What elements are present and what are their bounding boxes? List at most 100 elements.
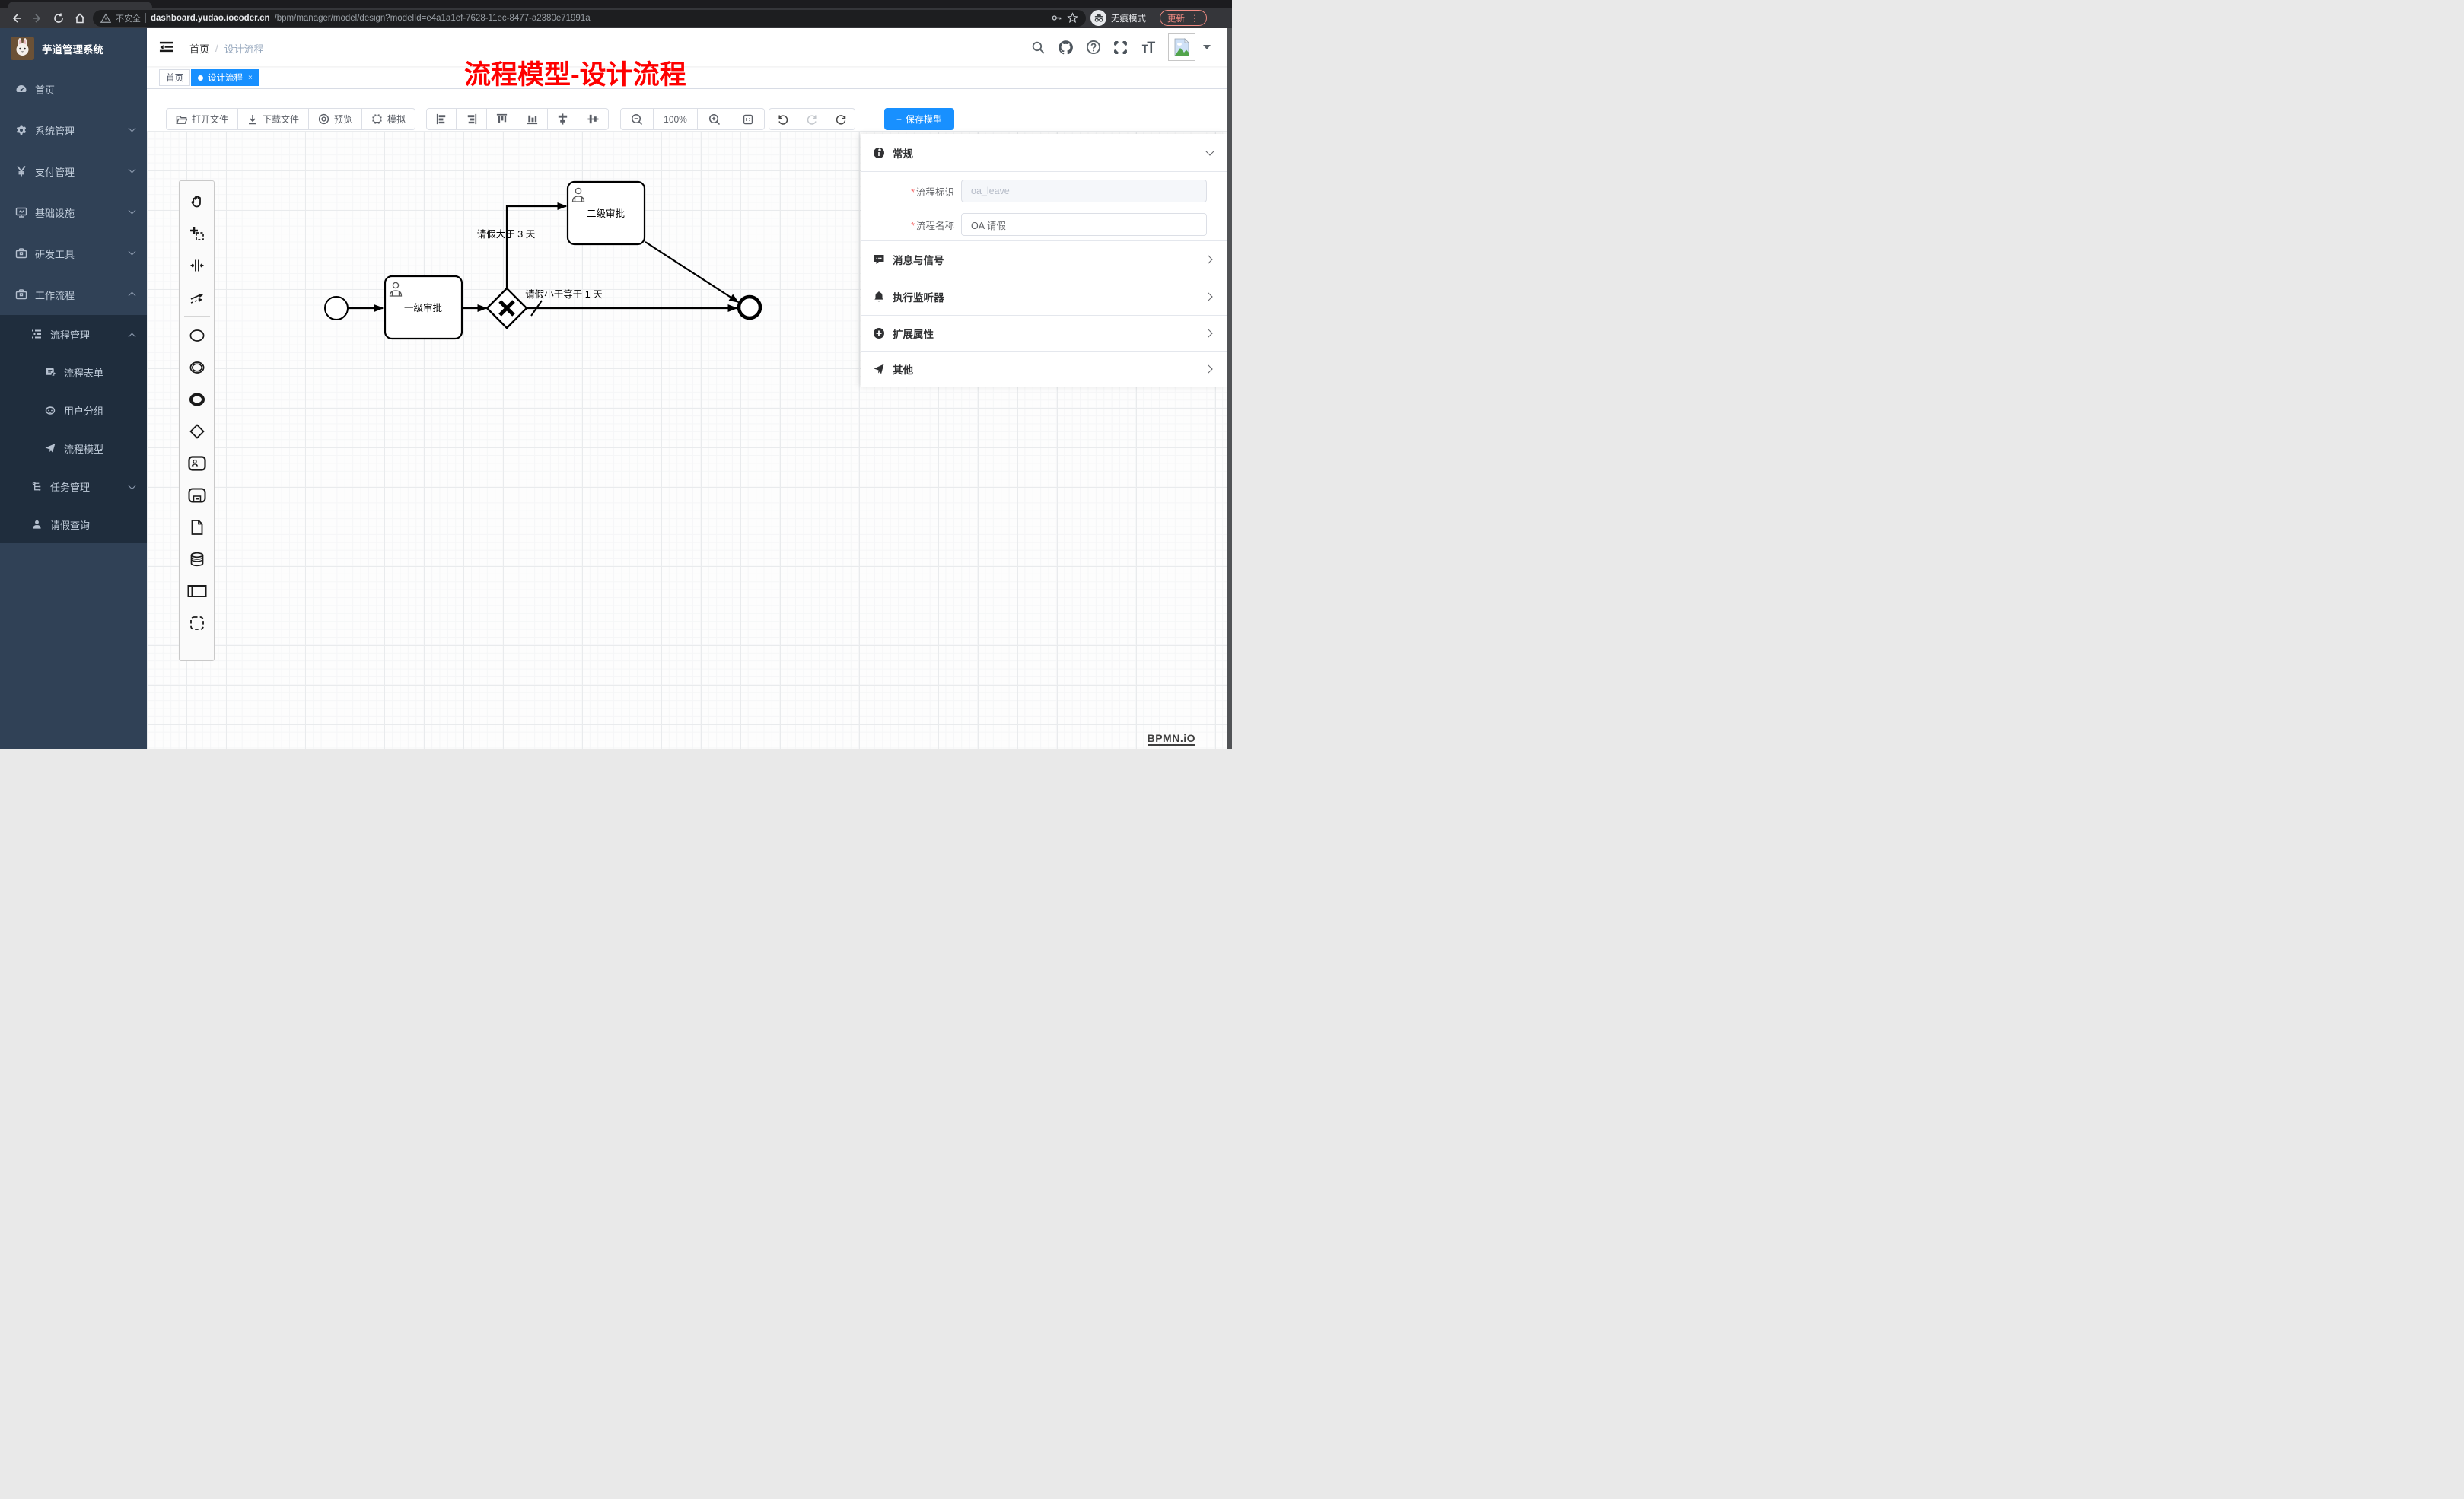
undo-button[interactable] — [769, 108, 797, 130]
incognito-icon — [1090, 10, 1106, 26]
open-file-button[interactable]: 打开文件 — [166, 108, 238, 130]
restart-button[interactable] — [826, 108, 855, 130]
zoom-reset-button[interactable] — [731, 108, 765, 130]
breadcrumb: 首页 / 设计流程 — [189, 41, 264, 56]
sidebar-item-home[interactable]: 首页 — [0, 68, 147, 110]
lasso-tool[interactable] — [180, 218, 214, 250]
bell-icon — [873, 291, 885, 303]
github-icon[interactable] — [1058, 40, 1074, 56]
align-left-button[interactable] — [426, 108, 457, 130]
sidebar: 芋道管理系统 首页 系统管理 支付管理 基础设施 研发工具 工作流 — [0, 28, 147, 750]
reload-icon[interactable] — [50, 10, 67, 27]
task-level1-approve[interactable]: 一级审批 — [385, 276, 462, 339]
subprocess-tool[interactable] — [180, 479, 214, 511]
chevron-down-icon — [129, 248, 136, 256]
browser-menu-icon[interactable]: ⋮ — [1190, 14, 1199, 23]
avatar-caret-icon[interactable] — [1203, 45, 1211, 49]
chip-icon — [371, 113, 383, 125]
tag-close-icon[interactable]: × — [248, 74, 253, 82]
window-scrollbar[interactable] — [1227, 28, 1232, 750]
sidebar-item-label: 流程表单 — [64, 365, 103, 380]
participant-tool[interactable] — [180, 575, 214, 607]
sidebar-item-task-management[interactable]: 任务管理 — [0, 467, 147, 505]
end-event[interactable] — [739, 297, 760, 318]
gateway-tool[interactable] — [180, 415, 214, 447]
process-key-input[interactable]: oa_leave — [961, 180, 1207, 202]
browser-tab[interactable] — [8, 2, 152, 8]
section-other[interactable]: 其他 — [861, 351, 1227, 387]
end-event-tool[interactable] — [180, 384, 214, 415]
avatar[interactable] — [1168, 33, 1195, 61]
password-key-icon[interactable] — [1051, 12, 1062, 24]
hand-tool[interactable] — [180, 186, 214, 218]
sidebar-item-process-form[interactable]: 流程表单 — [0, 353, 147, 391]
user-task-tool[interactable] — [180, 447, 214, 479]
section-messages-signals[interactable]: 消息与信号 — [861, 240, 1227, 278]
flow-task2-to-end[interactable] — [645, 242, 738, 302]
flow-label-le1[interactable]: 请假小于等于 1 天 — [525, 288, 603, 300]
sidebar-item-label: 工作流程 — [35, 288, 75, 302]
sidebar-item-workflow[interactable]: 工作流程 — [0, 274, 147, 315]
address-bar[interactable]: 不安全 dashboard.yudao.iocoder.cn/bpm/manag… — [93, 10, 1086, 27]
browser-update-button[interactable]: 更新 ⋮ — [1160, 10, 1207, 26]
process-name-input[interactable]: OA 请假 — [961, 213, 1207, 236]
section-extended-attributes[interactable]: 扩展属性 — [861, 315, 1227, 351]
zoom-in-button[interactable] — [698, 108, 731, 130]
chevron-up-icon — [129, 292, 136, 300]
simulate-button[interactable]: 模拟 — [362, 108, 415, 130]
zoom-level[interactable]: 100% — [654, 108, 698, 130]
task-level2-approve[interactable]: 二级审批 — [568, 182, 645, 244]
app-logo[interactable]: 芋道管理系统 — [0, 28, 147, 68]
align-center-vertical-button[interactable] — [578, 108, 609, 130]
help-icon[interactable] — [1086, 40, 1101, 55]
sidebar-item-process-management[interactable]: 流程管理 — [0, 315, 147, 353]
tags-view: 首页 设计流程 × — [147, 66, 1232, 89]
sidebar-item-system[interactable]: 系统管理 — [0, 110, 147, 151]
start-event-tool[interactable] — [180, 320, 214, 352]
sidebar-item-leave-query[interactable]: 请假查询 — [0, 505, 147, 543]
field-process-name: *流程名称 OA 请假 — [861, 213, 1227, 236]
align-bottom-button[interactable] — [517, 108, 548, 130]
plus-icon: + — [896, 114, 902, 125]
download-file-button[interactable]: 下载文件 — [238, 108, 309, 130]
message-icon — [873, 253, 885, 266]
group-tool[interactable] — [180, 607, 214, 639]
logo-image — [11, 37, 34, 60]
sidebar-item-devtools[interactable]: 研发工具 — [0, 233, 147, 274]
flow-label-gt3[interactable]: 请假大于 3 天 — [477, 229, 536, 240]
sidebar-item-process-model[interactable]: 流程模型 — [0, 429, 147, 467]
plus-circle-icon — [873, 327, 885, 339]
back-icon[interactable] — [8, 10, 24, 27]
align-right-button[interactable] — [457, 108, 487, 130]
intermediate-event-tool[interactable] — [180, 352, 214, 384]
sidebar-item-payment[interactable]: 支付管理 — [0, 151, 147, 192]
save-model-button[interactable]: + 保存模型 — [884, 108, 954, 130]
bookmark-star-icon[interactable] — [1067, 12, 1078, 24]
tag-home[interactable]: 首页 — [159, 69, 190, 86]
font-size-icon[interactable] — [1140, 40, 1156, 55]
flow-gateway-to-task2[interactable] — [507, 206, 566, 289]
breadcrumb-home[interactable]: 首页 — [189, 41, 209, 56]
start-event[interactable] — [325, 297, 348, 320]
home-icon[interactable] — [72, 10, 88, 27]
incognito-label: 无痕模式 — [1111, 12, 1146, 24]
forward-icon[interactable] — [29, 10, 46, 27]
sidebar-item-user-group[interactable]: 用户分组 — [0, 391, 147, 429]
search-icon[interactable] — [1031, 40, 1046, 55]
sidebar-collapse-icon[interactable] — [159, 40, 173, 54]
tag-design-process[interactable]: 设计流程 × — [191, 69, 259, 86]
global-connect-tool[interactable] — [180, 282, 214, 313]
section-execution-listeners[interactable]: 执行监听器 — [861, 278, 1227, 315]
data-object-tool[interactable] — [180, 511, 214, 543]
section-general[interactable]: 常规 — [861, 134, 1227, 172]
align-top-button[interactable] — [487, 108, 517, 130]
zoom-out-button[interactable] — [620, 108, 654, 130]
space-tool[interactable] — [180, 250, 214, 282]
sidebar-item-infrastructure[interactable]: 基础设施 — [0, 192, 147, 233]
align-center-horizontal-button[interactable] — [548, 108, 578, 130]
redo-button[interactable] — [797, 108, 826, 130]
data-store-tool[interactable] — [180, 543, 214, 575]
preview-button[interactable]: 预览 — [309, 108, 362, 130]
exclusive-gateway[interactable] — [487, 288, 527, 328]
fullscreen-icon[interactable] — [1113, 40, 1128, 55]
